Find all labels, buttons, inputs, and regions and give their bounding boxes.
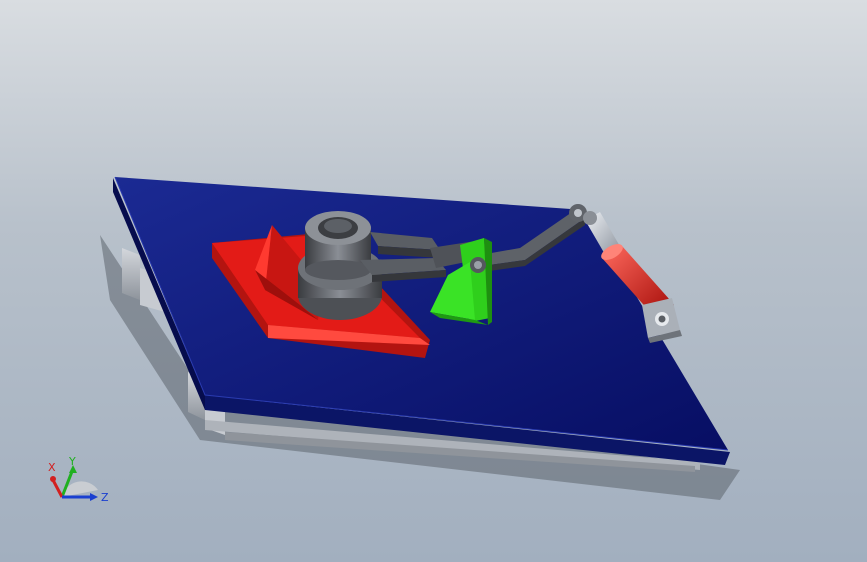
z-axis-label: Z bbox=[101, 491, 109, 504]
x-axis-arrow bbox=[50, 476, 56, 482]
x-axis-label: X bbox=[48, 461, 56, 474]
z-axis-arrow bbox=[90, 493, 98, 501]
orientation-triad[interactable]: X Y Z bbox=[40, 455, 115, 515]
y-axis-label: Y bbox=[68, 455, 76, 468]
x-axis-line bbox=[51, 479, 64, 498]
triad-graphic: X Y Z bbox=[48, 455, 109, 504]
base-plate[interactable] bbox=[113, 176, 730, 472]
cylinder-mount[interactable] bbox=[642, 298, 682, 343]
3d-model-view[interactable] bbox=[0, 0, 867, 562]
graphics-viewport[interactable]: X Y Z bbox=[0, 0, 867, 562]
